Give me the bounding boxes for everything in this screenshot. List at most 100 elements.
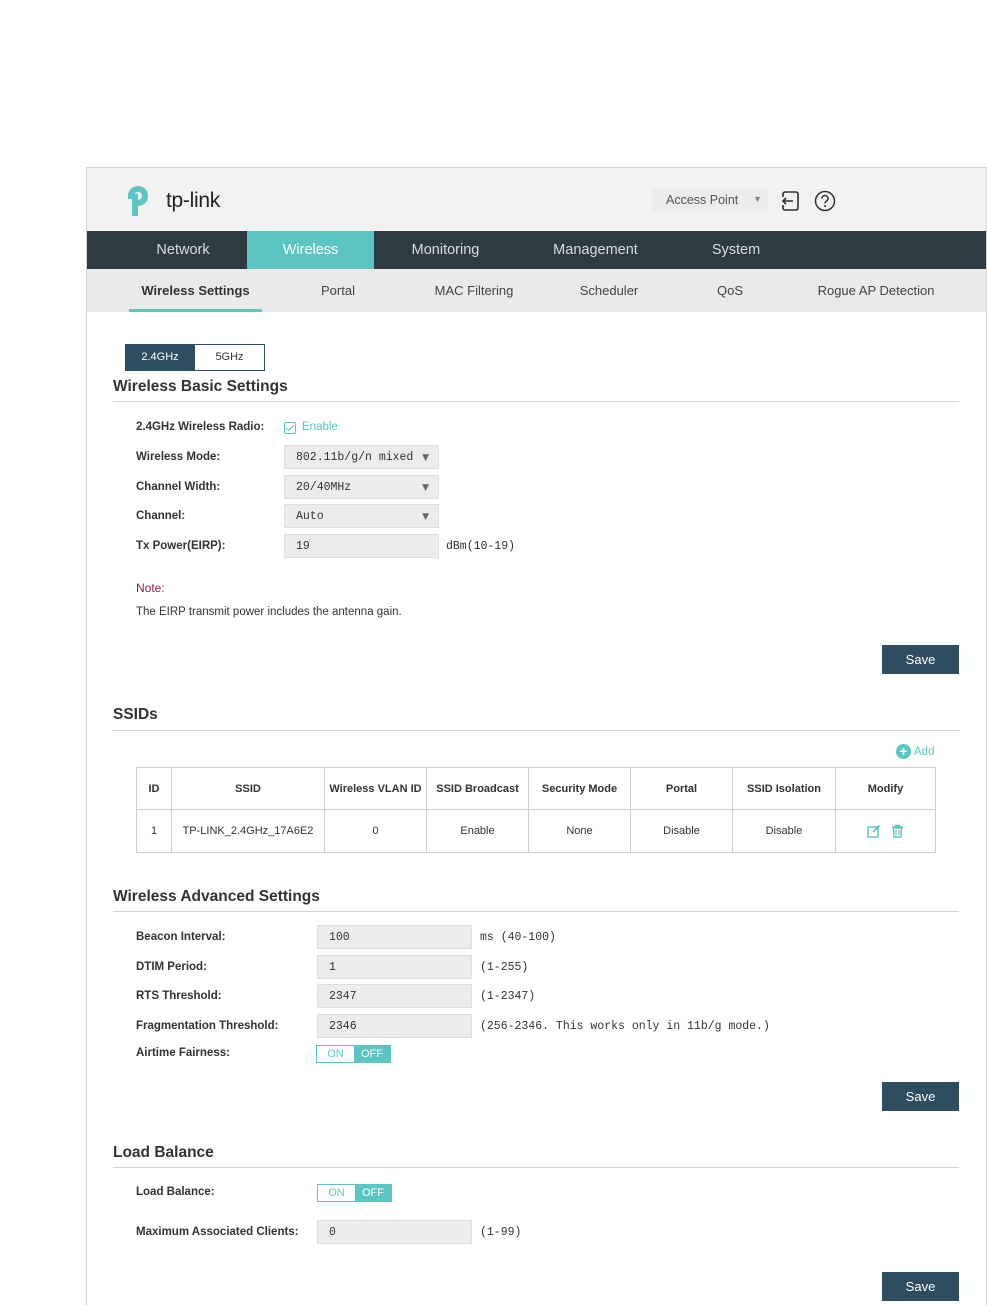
toggle-off-label: OFF: [355, 1185, 391, 1201]
channel-value: Auto: [296, 510, 324, 523]
col-vlan: Wireless VLAN ID: [324, 767, 427, 810]
ssid-table: ID SSID Wireless VLAN ID SSID Broadcast …: [136, 767, 936, 853]
cell-broadcast: Enable: [426, 809, 529, 853]
toggle-off-label: OFF: [354, 1046, 390, 1062]
toggle-on-label: ON: [317, 1046, 354, 1062]
divider: [113, 730, 959, 731]
chevron-down-icon: ▼: [422, 453, 429, 463]
col-broadcast: SSID Broadcast: [426, 767, 529, 810]
cell-security: None: [528, 809, 631, 853]
cell-vlan: 0: [324, 809, 427, 853]
radio-label: 2.4GHz Wireless Radio:: [136, 421, 265, 433]
load-balance-label: Load Balance:: [136, 1186, 215, 1198]
cell-ssid: TP-LINK_2.4GHz_17A6E2: [171, 809, 325, 853]
tp-link-logo: tp-link: [125, 183, 220, 219]
toggle-on-label: ON: [318, 1185, 355, 1201]
fragmentation-threshold-input[interactable]: 2346: [317, 1014, 472, 1038]
width-label: Channel Width:: [136, 481, 221, 493]
tp-link-logo-icon: [128, 186, 148, 216]
divider: [113, 401, 959, 402]
col-isolation: SSID Isolation: [732, 767, 836, 810]
top-bar: tp-link Access Point ▼: [87, 168, 986, 231]
section-title-advanced: Wireless Advanced Settings: [113, 888, 320, 905]
dtim-label: DTIM Period:: [136, 961, 207, 973]
nav-system[interactable]: System: [674, 231, 798, 269]
main-nav: Network Wireless Monitoring Management S…: [87, 231, 986, 269]
beacon-hint: ms (40-100): [480, 931, 556, 944]
mode-label: Wireless Mode:: [136, 451, 221, 463]
dtim-period-input[interactable]: 1: [317, 955, 472, 979]
edit-icon[interactable]: [867, 824, 881, 838]
divider: [113, 1167, 959, 1168]
radio-enable-checkbox[interactable]: [284, 422, 296, 434]
channel-width-select[interactable]: 20/40MHz ▼: [284, 475, 439, 499]
trash-icon[interactable]: [891, 824, 904, 838]
logout-icon[interactable]: [778, 190, 800, 212]
section-title-ssids: SSIDs: [113, 706, 158, 723]
note-text: The EIRP transmit power includes the ant…: [136, 606, 402, 618]
logo-text: tp-link: [166, 189, 220, 212]
help-icon[interactable]: [814, 190, 836, 212]
add-ssid-button[interactable]: + Add: [896, 744, 934, 759]
mode-select[interactable]: Access Point ▼: [652, 188, 768, 213]
add-label: Add: [914, 745, 935, 758]
section-title-load-balance: Load Balance: [113, 1144, 214, 1161]
radio-enable-label: Enable: [302, 421, 338, 433]
max-clients-hint: (1-99): [480, 1226, 522, 1239]
rts-label: RTS Threshold:: [136, 990, 222, 1002]
section-title-basic: Wireless Basic Settings: [113, 378, 288, 395]
cell-portal: Disable: [630, 809, 733, 853]
channel-select[interactable]: Auto ▼: [284, 504, 439, 528]
cell-modify: [835, 809, 936, 853]
mode-select-value: Access Point: [666, 193, 739, 207]
nav-wireless[interactable]: Wireless: [247, 231, 374, 269]
tab-qos[interactable]: QoS: [699, 269, 761, 312]
nav-monitoring[interactable]: Monitoring: [374, 231, 517, 269]
save-advanced-button[interactable]: Save: [882, 1082, 959, 1111]
table-row: 1 TP-LINK_2.4GHz_17A6E2 0 Enable None Di…: [136, 809, 936, 853]
chevron-down-icon: ▼: [422, 512, 429, 522]
rts-threshold-input[interactable]: 2347: [317, 984, 472, 1008]
col-portal: Portal: [630, 767, 733, 810]
col-modify: Modify: [835, 767, 936, 810]
save-load-balance-button[interactable]: Save: [882, 1272, 959, 1301]
cell-isolation: Disable: [732, 809, 836, 853]
tab-portal[interactable]: Portal: [292, 269, 384, 312]
tx-power-label: Tx Power(EIRP):: [136, 540, 226, 552]
chevron-down-icon: ▼: [422, 483, 429, 493]
table-header-row: ID SSID Wireless VLAN ID SSID Broadcast …: [136, 767, 936, 810]
wireless-mode-select[interactable]: 802.11b/g/n mixed ▼: [284, 445, 439, 469]
beacon-interval-input[interactable]: 100: [317, 925, 472, 949]
load-balance-toggle[interactable]: ON OFF: [317, 1184, 392, 1202]
rts-hint: (1-2347): [480, 990, 536, 1003]
airtime-label: Airtime Fairness:: [136, 1047, 230, 1059]
nav-management[interactable]: Management: [517, 231, 674, 269]
tab-mac-filtering[interactable]: MAC Filtering: [414, 269, 534, 312]
active-tab-indicator: [129, 309, 262, 312]
max-clients-label: Maximum Associated Clients:: [136, 1226, 299, 1238]
col-id: ID: [136, 767, 172, 810]
tx-power-hint: dBm(10-19): [446, 540, 516, 553]
airtime-fairness-toggle[interactable]: ON OFF: [316, 1045, 391, 1063]
max-clients-input[interactable]: 0: [317, 1220, 472, 1244]
channel-label: Channel:: [136, 510, 186, 522]
tab-scheduler[interactable]: Scheduler: [559, 269, 659, 312]
channel-width-value: 20/40MHz: [296, 481, 352, 494]
divider: [113, 911, 959, 912]
save-basic-button[interactable]: Save: [882, 645, 959, 674]
wireless-mode-value: 802.11b/g/n mixed: [296, 451, 414, 464]
tx-power-input[interactable]: 19: [284, 534, 439, 558]
dtim-hint: (1-255): [480, 961, 529, 974]
tab-wireless-settings[interactable]: Wireless Settings: [129, 269, 262, 312]
chevron-down-icon: ▼: [753, 194, 762, 204]
plus-icon: +: [896, 744, 911, 759]
note-title: Note:: [136, 581, 165, 595]
nav-network[interactable]: Network: [119, 231, 247, 269]
tab-rogue-ap-detection[interactable]: Rogue AP Detection: [805, 269, 947, 312]
col-security: Security Mode: [528, 767, 631, 810]
cell-id: 1: [136, 809, 172, 853]
frag-hint: (256-2346. This works only in 11b/g mode…: [480, 1020, 770, 1033]
app-window: tp-link Access Point ▼ Network Wireless …: [86, 167, 987, 1305]
band-2-4ghz-tab[interactable]: 2.4GHz: [125, 344, 195, 371]
band-5ghz-tab[interactable]: 5GHz: [194, 344, 265, 371]
